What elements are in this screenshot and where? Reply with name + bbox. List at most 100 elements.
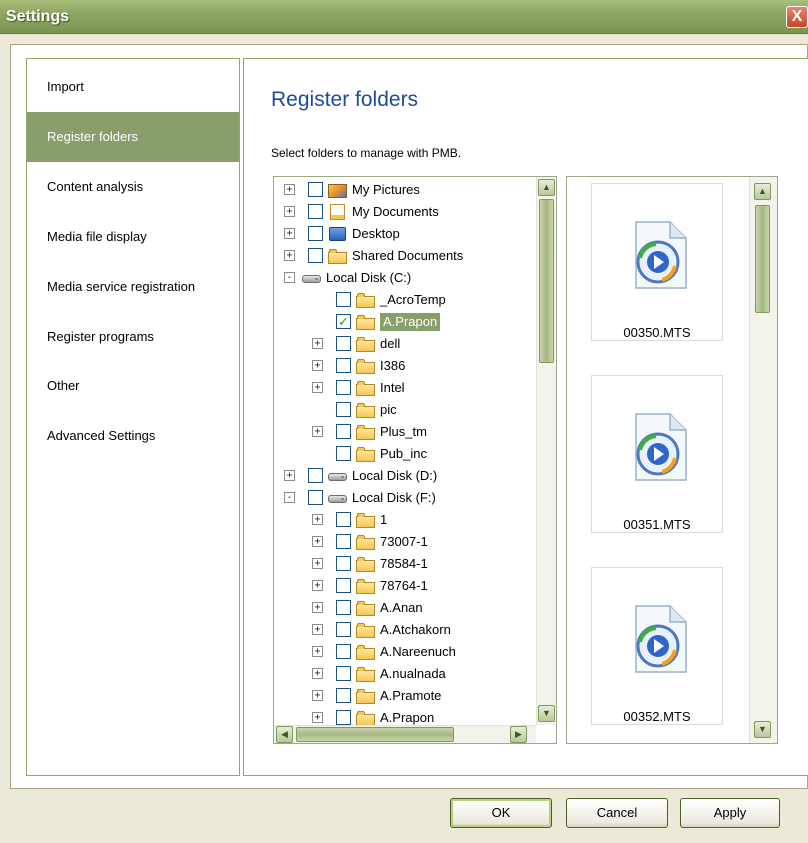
scroll-right-button[interactable]: ▶ (510, 726, 527, 743)
tree-scroll-thumb[interactable] (539, 199, 554, 363)
nav-item-register-programs[interactable]: Register programs (27, 312, 239, 362)
tree-item[interactable]: - Local Disk (F:) (274, 487, 536, 509)
tree-item-checkbox[interactable] (336, 710, 351, 725)
expand-icon[interactable]: + (312, 712, 323, 723)
apply-button[interactable]: Apply (680, 798, 780, 828)
expand-icon[interactable]: + (312, 624, 323, 635)
tree-item[interactable]: - Local Disk (C:) (274, 267, 536, 289)
tree-item[interactable]: + A.Pramote (274, 685, 536, 707)
collapse-icon[interactable]: - (284, 492, 295, 503)
tree-item[interactable]: + Shared Documents (274, 245, 536, 267)
media-scroll-thumb[interactable] (755, 205, 770, 313)
nav-item-media-service-registration[interactable]: Media service registration (27, 262, 239, 312)
nav-item-content-analysis[interactable]: Content analysis (27, 162, 239, 212)
media-vertical-scrollbar[interactable]: ▲ ▼ (749, 177, 777, 743)
nav-item-register-folders[interactable]: Register folders (27, 112, 239, 162)
tree-item[interactable]: +78584-1 (274, 553, 536, 575)
scroll-left-button[interactable]: ◀ (276, 726, 293, 743)
tree-item-checkbox[interactable] (336, 666, 351, 681)
expand-icon[interactable]: + (312, 338, 323, 349)
tree-item[interactable]: + I386 (274, 355, 536, 377)
scroll-down-button[interactable]: ▼ (538, 705, 555, 722)
media-thumbnail[interactable] (591, 183, 723, 341)
tree-item-checkbox[interactable] (336, 336, 351, 351)
scroll-up-button[interactable]: ▲ (538, 179, 555, 196)
nav-item-media-file-display[interactable]: Media file display (27, 212, 239, 262)
tree-hscroll-thumb[interactable] (296, 727, 454, 742)
media-thumbnail[interactable] (591, 375, 723, 533)
tree-item[interactable]: + A.nualnada (274, 663, 536, 685)
tree-item-checkbox[interactable] (336, 402, 351, 417)
expand-icon[interactable]: + (312, 360, 323, 371)
tree-item[interactable]: ✓ A.Prapon (274, 311, 536, 333)
media-thumbnail[interactable] (591, 567, 723, 725)
tree-item-checkbox[interactable] (308, 468, 323, 483)
expand-icon[interactable]: + (284, 228, 295, 239)
tree-item[interactable]: + Intel (274, 377, 536, 399)
scroll-down-button[interactable]: ▼ (754, 721, 771, 738)
tree-item-checkbox[interactable] (308, 204, 323, 219)
tree-item[interactable]: + A.Anan (274, 597, 536, 619)
expand-icon[interactable]: + (312, 426, 323, 437)
tree-item-checkbox[interactable] (336, 512, 351, 527)
tree-item-checkbox[interactable] (336, 358, 351, 373)
tree-item-checkbox[interactable] (308, 226, 323, 241)
expand-icon[interactable]: + (284, 250, 295, 261)
tree-item-checkbox[interactable] (336, 578, 351, 593)
title-bar[interactable]: Settings X (0, 0, 808, 34)
nav-item-import[interactable]: Import (27, 62, 239, 112)
expand-icon[interactable]: + (312, 602, 323, 613)
tree-item-checkbox[interactable] (336, 622, 351, 637)
close-button[interactable]: X (786, 6, 808, 28)
expand-icon[interactable]: + (312, 514, 323, 525)
expand-icon[interactable]: + (312, 558, 323, 569)
ok-button[interactable]: OK (450, 798, 552, 828)
tree-item[interactable]: + Plus_tm (274, 421, 536, 443)
tree-item-checkbox[interactable] (336, 446, 351, 461)
tree-item[interactable]: + Local Disk (D:) (274, 465, 536, 487)
tree-item[interactable]: + My Pictures (274, 179, 536, 201)
tree-item[interactable]: + My Documents (274, 201, 536, 223)
cancel-button[interactable]: Cancel (566, 798, 668, 828)
tree-item[interactable]: +73007-1 (274, 531, 536, 553)
tree-item[interactable]: pic (274, 399, 536, 421)
expand-icon[interactable]: + (284, 206, 295, 217)
folder-tree[interactable]: + My Pictures + My Documents + Desktop + Shared… (273, 176, 557, 744)
tree-horizontal-scrollbar[interactable]: ◀ ▶ (274, 725, 536, 743)
tree-item[interactable]: + dell (274, 333, 536, 355)
expand-icon[interactable]: + (312, 646, 323, 657)
media-file-list[interactable]: 00350.MTS 00351.MTS 00352.MTS ▲ ▼ (566, 176, 778, 744)
tree-item-checkbox[interactable] (336, 380, 351, 395)
expand-icon[interactable]: + (312, 580, 323, 591)
expand-icon[interactable]: + (284, 470, 295, 481)
tree-item-checkbox[interactable] (336, 424, 351, 439)
tree-item[interactable]: +1 (274, 509, 536, 531)
nav-item-other[interactable]: Other (27, 361, 239, 411)
tree-item[interactable]: + Desktop (274, 223, 536, 245)
media-player-icon (635, 221, 687, 289)
tree-item-checkbox[interactable] (336, 534, 351, 549)
tree-item-checkbox[interactable] (336, 688, 351, 703)
tree-item-checkbox[interactable] (336, 556, 351, 571)
tree-item[interactable]: Pub_inc (274, 443, 536, 465)
scroll-up-button[interactable]: ▲ (754, 183, 771, 200)
tree-item-checkbox[interactable] (308, 248, 323, 263)
tree-item-checkbox[interactable] (308, 490, 323, 505)
tree-item[interactable]: +78764-1 (274, 575, 536, 597)
tree-item-checkbox[interactable] (336, 600, 351, 615)
tree-item[interactable]: + A.Atchakorn (274, 619, 536, 641)
nav-item-advanced-settings[interactable]: Advanced Settings (27, 411, 239, 461)
expand-icon[interactable]: + (284, 184, 295, 195)
expand-icon[interactable]: + (312, 382, 323, 393)
tree-item-checkbox[interactable]: ✓ (336, 314, 351, 329)
tree-item[interactable]: + A.Nareenuch (274, 641, 536, 663)
tree-item-checkbox[interactable] (336, 644, 351, 659)
expand-icon[interactable]: + (312, 668, 323, 679)
expand-icon[interactable]: + (312, 690, 323, 701)
collapse-icon[interactable]: - (284, 272, 295, 283)
tree-vertical-scrollbar[interactable]: ▲ ▼ (536, 177, 556, 725)
tree-item[interactable]: _AcroTemp (274, 289, 536, 311)
tree-item-checkbox[interactable] (308, 182, 323, 197)
tree-item-checkbox[interactable] (336, 292, 351, 307)
expand-icon[interactable]: + (312, 536, 323, 547)
